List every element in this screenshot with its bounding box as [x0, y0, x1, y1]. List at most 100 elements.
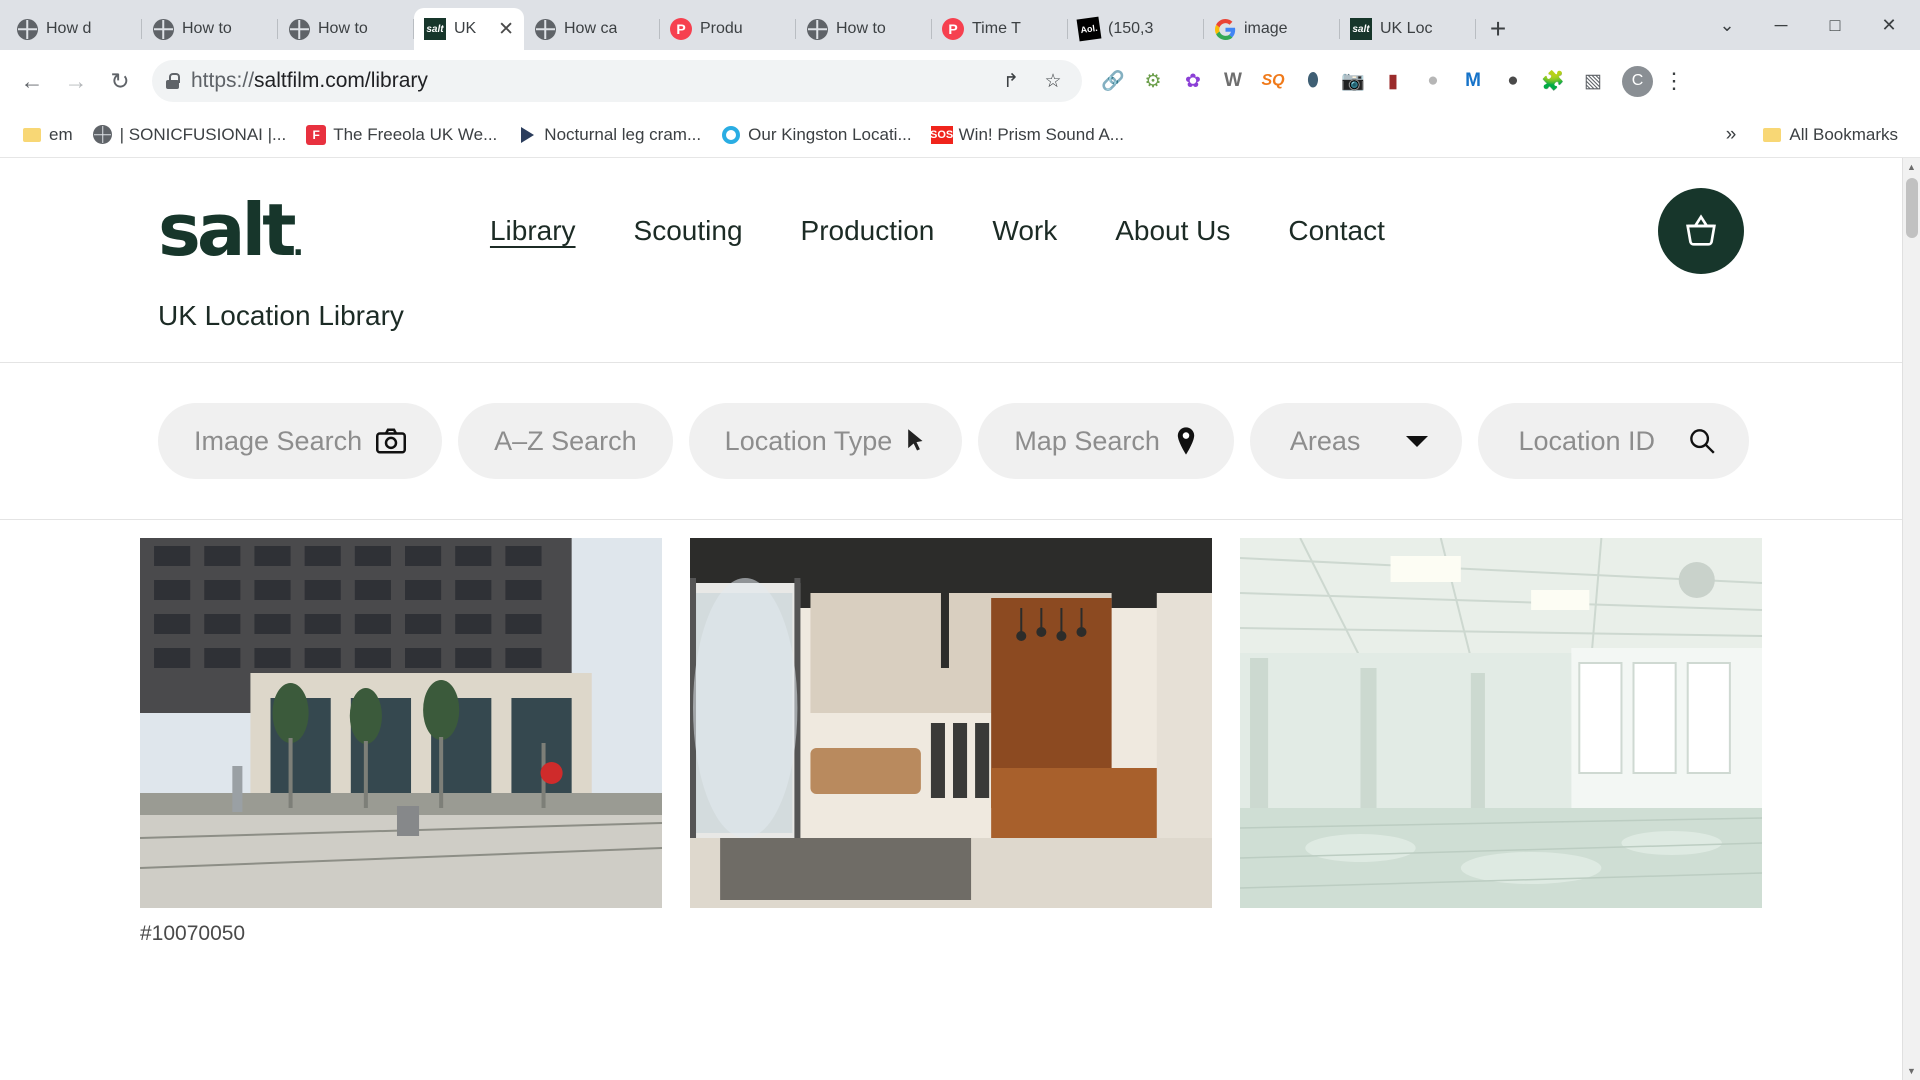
bookmark-star-icon[interactable]: ☆ — [1038, 66, 1068, 96]
globe-icon — [152, 18, 174, 40]
bookmark-label: Our Kingston Locati... — [748, 125, 911, 145]
nav-item-library[interactable]: Library — [490, 215, 576, 247]
browser-tab[interactable]: P Time T — [932, 8, 1068, 50]
browser-tab[interactable]: How to — [142, 8, 278, 50]
chrome-menu-icon[interactable]: ⋮ — [1657, 62, 1691, 100]
browser-tab[interactable]: Aol. (150,3 — [1068, 8, 1204, 50]
tab-title: How to — [182, 20, 232, 38]
browser-tab[interactable]: How ca — [524, 8, 660, 50]
url-text: https://saltfilm.com/library — [191, 69, 984, 93]
browser-tab[interactable]: salt UK Loc — [1340, 8, 1476, 50]
filter-a-z-search[interactable]: A–Z Search — [458, 403, 673, 479]
tab-title: UK Loc — [1380, 20, 1432, 38]
red-curtain-icon[interactable]: ▮ — [1374, 62, 1412, 100]
salt-icon: salt — [424, 18, 446, 40]
chevron-down-icon — [1406, 436, 1428, 447]
bookmark-label: The Freeola UK We... — [333, 125, 497, 145]
globe-icon — [534, 18, 556, 40]
filter-location-id[interactable]: Location ID — [1478, 403, 1749, 479]
globe-icon — [806, 18, 828, 40]
tab-search-icon[interactable]: ⌄ — [1700, 0, 1754, 50]
browser-tab[interactable]: How to — [278, 8, 414, 50]
chain-links-icon[interactable]: 🔗 — [1094, 62, 1132, 100]
result-thumbnail[interactable] — [140, 538, 662, 908]
dark-circle-icon[interactable]: ● — [1494, 62, 1532, 100]
filter-image-search[interactable]: Image Search — [158, 403, 442, 479]
nav-item-contact[interactable]: Contact — [1288, 215, 1385, 247]
folder-icon — [1762, 125, 1782, 145]
bookmark-item[interactable]: Nocturnal leg cram... — [509, 121, 709, 149]
browser-tab[interactable]: P Produ — [660, 8, 796, 50]
filter-location-type[interactable]: Location Type — [689, 403, 963, 479]
reload-button[interactable]: ↻ — [100, 61, 140, 101]
globe-icon — [288, 18, 310, 40]
forward-button[interactable]: → — [56, 61, 96, 101]
nav-item-production[interactable]: Production — [801, 215, 935, 247]
lock-icon — [166, 73, 179, 89]
result-thumbnail[interactable] — [1240, 538, 1762, 908]
extension-icons: 🔗 ⚙ ✿ W SQ ⬮ 📷 ▮ ● M ● 🧩 ▧ — [1094, 62, 1612, 100]
camera-icon[interactable]: 📷 — [1334, 62, 1372, 100]
p-icon: P — [670, 18, 692, 40]
globe-icon — [93, 125, 113, 145]
browser-tab[interactable]: How to — [796, 8, 932, 50]
bee-icon[interactable]: ✿ — [1174, 62, 1212, 100]
malwarebytes-icon[interactable]: M — [1454, 62, 1492, 100]
browser-tab-active[interactable]: salt UK ✕ — [414, 8, 524, 50]
nav-item-work[interactable]: Work — [992, 215, 1057, 247]
page-title: UK Location Library — [0, 274, 1902, 362]
bookmark-item[interactable]: | SONICFUSIONAI |... — [85, 121, 295, 149]
sq-logo-icon[interactable]: SQ — [1254, 62, 1292, 100]
filter-label: Map Search — [1014, 426, 1160, 457]
tab-title: How ca — [564, 20, 617, 38]
scrollbar-thumb[interactable] — [1906, 178, 1918, 238]
filter-areas-dropdown[interactable]: Areas — [1250, 403, 1463, 479]
avatar[interactable]: C — [1622, 66, 1653, 97]
ghost-shield-icon[interactable]: ● — [1414, 62, 1452, 100]
result-thumbnail[interactable] — [690, 538, 1212, 908]
bookmarks-overflow: » All Bookmarks — [1718, 121, 1906, 149]
scroll-up-arrow[interactable]: ▲ — [1903, 158, 1920, 176]
all-bookmarks-button[interactable]: All Bookmarks — [1754, 121, 1906, 149]
close-icon[interactable]: ✕ — [498, 20, 514, 39]
salt-logo[interactable]: salt. — [158, 202, 300, 260]
filter-label: A–Z Search — [494, 426, 637, 457]
close-window-button[interactable]: ✕ — [1862, 0, 1916, 50]
mouse-icon[interactable]: ⬮ — [1294, 62, 1332, 100]
filter-label: Areas — [1290, 426, 1361, 457]
maximize-button[interactable]: □ — [1808, 0, 1862, 50]
chevron-right-icon[interactable]: » — [1718, 124, 1745, 146]
cursor-icon — [906, 428, 926, 454]
header-row: salt. Library Scouting Production Work A… — [0, 188, 1902, 274]
filter-map-search[interactable]: Map Search — [978, 403, 1234, 479]
nav-item-scouting[interactable]: Scouting — [634, 215, 743, 247]
new-tab-button[interactable]: + — [1476, 8, 1520, 50]
bookmark-item[interactable]: SOS Win! Prism Sound A... — [924, 121, 1132, 149]
result-card[interactable] — [690, 538, 1212, 946]
nav-item-about-us[interactable]: About Us — [1115, 215, 1230, 247]
tab-title: Produ — [700, 20, 743, 38]
result-card[interactable] — [1240, 538, 1762, 946]
gears-icon[interactable]: ⚙ — [1134, 62, 1172, 100]
browser-tab[interactable]: How d — [6, 8, 142, 50]
side-panel-icon[interactable]: ▧ — [1574, 62, 1612, 100]
bookmark-item[interactable]: em — [14, 121, 81, 149]
bookmark-item[interactable]: F The Freeola UK We... — [298, 121, 505, 149]
url-scheme: https:// — [191, 69, 254, 92]
result-card[interactable]: #10070050 — [140, 538, 662, 946]
back-button[interactable]: ← — [12, 61, 52, 101]
page-scrollbar[interactable]: ▲ ▼ — [1902, 158, 1920, 1080]
scroll-down-arrow[interactable]: ▼ — [1903, 1062, 1920, 1080]
bookmark-label: Win! Prism Sound A... — [959, 125, 1124, 145]
result-id: #10070050 — [140, 908, 662, 946]
tab-title: How to — [836, 20, 886, 38]
share-icon[interactable]: ↱ — [996, 66, 1026, 96]
address-bar[interactable]: https://saltfilm.com/library ↱ ☆ — [152, 60, 1082, 102]
puzzle-icon[interactable]: 🧩 — [1534, 62, 1572, 100]
browser-tab[interactable]: image — [1204, 8, 1340, 50]
bookmark-item[interactable]: Our Kingston Locati... — [713, 121, 919, 149]
search-icon — [1689, 428, 1715, 454]
basket-button[interactable] — [1658, 188, 1744, 274]
minimize-button[interactable]: ─ — [1754, 0, 1808, 50]
w-logo-icon[interactable]: W — [1214, 62, 1252, 100]
